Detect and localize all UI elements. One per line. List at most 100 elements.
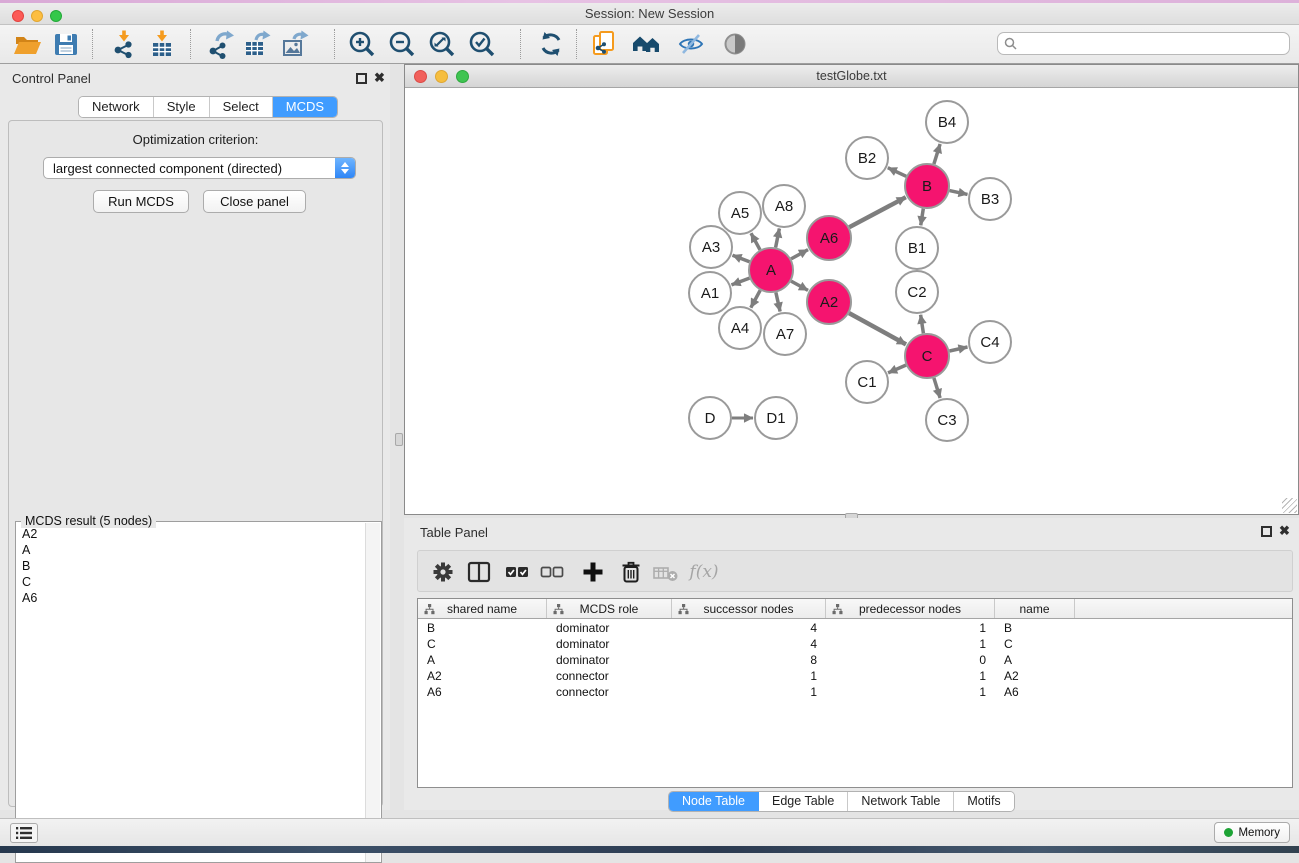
table-settings-gear-icon[interactable] (428, 557, 458, 587)
table-row[interactable]: A2connector11A2 (418, 668, 1292, 684)
table-row[interactable]: Cdominator41C (418, 636, 1292, 652)
graph-node-A2[interactable]: A2 (807, 280, 851, 324)
toolbar-separator (190, 29, 191, 59)
tab-motifs[interactable]: Motifs (954, 792, 1013, 811)
table-cell: 4 (672, 636, 826, 652)
result-item[interactable]: A (17, 542, 366, 558)
minimize-view-button[interactable] (435, 70, 448, 83)
home-network-icon[interactable] (631, 29, 661, 59)
tab-select[interactable]: Select (210, 97, 273, 117)
zoom-window-button[interactable] (50, 10, 62, 22)
import-network-icon[interactable] (109, 29, 139, 59)
zoom-selected-icon[interactable] (467, 29, 497, 59)
open-file-icon[interactable] (12, 29, 42, 59)
control-panel: Control Panel ✖ NetworkStyleSelectMCDS O… (0, 64, 390, 810)
result-item[interactable]: B (17, 558, 366, 574)
zoom-out-icon[interactable] (387, 29, 417, 59)
graph-node-A1[interactable]: A1 (689, 272, 731, 314)
network-window-titlebar[interactable]: testGlobe.txt (405, 65, 1298, 88)
select-all-icon[interactable] (502, 557, 532, 587)
run-mcds-button[interactable]: Run MCDS (93, 190, 189, 213)
graph-node-B3[interactable]: B3 (969, 178, 1011, 220)
graph-node-B1[interactable]: B1 (896, 227, 938, 269)
table-cell: B (418, 620, 547, 636)
zoom-view-button[interactable] (456, 70, 469, 83)
graph-node-A3[interactable]: A3 (690, 226, 732, 268)
graph-node-C[interactable]: C (905, 334, 949, 378)
graph-node-A7[interactable]: A7 (764, 313, 806, 355)
graph-node-C3[interactable]: C3 (926, 399, 968, 441)
deselect-all-icon[interactable] (537, 557, 567, 587)
add-column-icon[interactable] (578, 557, 608, 587)
search-input[interactable] (1021, 37, 1289, 51)
column-header-successor-nodes[interactable]: successor nodes (672, 599, 826, 618)
float-panel-icon[interactable] (356, 73, 367, 84)
graph-node-A5[interactable]: A5 (719, 192, 761, 234)
graph-node-B2[interactable]: B2 (846, 137, 888, 179)
graph-node-C4[interactable]: C4 (969, 321, 1011, 363)
close-panel-icon[interactable]: ✖ (1279, 523, 1290, 539)
refresh-icon[interactable] (536, 29, 566, 59)
column-header-shared-name[interactable]: shared name (418, 599, 547, 618)
clone-network-icon[interactable] (589, 29, 619, 59)
result-scrollbar[interactable] (365, 523, 380, 862)
tab-network[interactable]: Network (79, 97, 154, 117)
graph-node-A4[interactable]: A4 (719, 307, 761, 349)
graph-node-B4[interactable]: B4 (926, 101, 968, 143)
resize-grip[interactable] (1282, 498, 1297, 513)
column-header-name[interactable]: name (995, 599, 1075, 618)
search-icon (1004, 37, 1017, 50)
zoom-fit-icon[interactable] (427, 29, 457, 59)
search-field[interactable] (997, 32, 1290, 55)
close-view-button[interactable] (414, 70, 427, 83)
tab-mcds[interactable]: MCDS (273, 97, 337, 117)
result-item[interactable]: A6 (17, 590, 366, 606)
network-canvas[interactable]: B4 B2 B B3 A5A8A6 A3 B1 A A1 C2 A2 A4A7 C4 C C1 D D1 C3 (405, 88, 1298, 514)
close-panel-button[interactable]: Close panel (203, 190, 306, 213)
import-table-icon[interactable] (147, 29, 177, 59)
criterion-select[interactable]: largest connected component (directed) (43, 157, 356, 179)
save-session-icon[interactable] (51, 29, 81, 59)
panel-divider-handle[interactable] (395, 433, 403, 446)
result-item[interactable]: A2 (17, 526, 366, 542)
graph-node-C1[interactable]: C1 (846, 361, 888, 403)
export-network-icon[interactable] (205, 29, 235, 59)
result-item[interactable]: C (17, 574, 366, 590)
show-column-panel-icon[interactable] (464, 557, 494, 587)
export-table-icon[interactable] (242, 29, 272, 59)
graph-node-B[interactable]: B (905, 164, 949, 208)
table-row[interactable]: Adominator80A (418, 652, 1292, 668)
table-row[interactable]: A6connector11A6 (418, 684, 1292, 700)
hide-details-icon[interactable] (676, 29, 706, 59)
zoom-in-icon[interactable] (347, 29, 377, 59)
delete-column-trash-icon[interactable] (616, 557, 646, 587)
tab-network-table[interactable]: Network Table (848, 792, 954, 811)
tab-edge-table[interactable]: Edge Table (759, 792, 848, 811)
column-header-MCDS-role[interactable]: MCDS role (547, 599, 672, 618)
graph-node-A[interactable]: A (749, 248, 793, 292)
graph-node-D1[interactable]: D1 (755, 397, 797, 439)
minimize-window-button[interactable] (31, 10, 43, 22)
tab-node-table[interactable]: Node Table (669, 792, 759, 811)
memory-button[interactable]: Memory (1214, 822, 1290, 843)
birdseye-icon[interactable] (720, 29, 750, 59)
mcds-result-list[interactable]: A2ABCA6 (17, 526, 366, 862)
table-row[interactable]: Bdominator41B (418, 620, 1292, 636)
graph-node-C2[interactable]: C2 (896, 271, 938, 313)
close-panel-icon[interactable]: ✖ (374, 70, 385, 86)
float-panel-icon[interactable] (1261, 526, 1272, 537)
export-image-icon[interactable] (280, 29, 310, 59)
function-builder-icon[interactable]: f(x) (686, 557, 722, 587)
main-toolbar (0, 25, 1299, 64)
graph-node-A6[interactable]: A6 (807, 216, 851, 260)
hierarchy-icon (553, 604, 564, 618)
task-history-button[interactable] (10, 823, 38, 843)
column-header-predecessor-nodes[interactable]: predecessor nodes (826, 599, 995, 618)
tab-style[interactable]: Style (154, 97, 210, 117)
svg-text:C4: C4 (980, 334, 999, 351)
graph-edge-C-C1 (888, 365, 906, 373)
delete-table-icon[interactable] (651, 557, 681, 587)
graph-node-A8[interactable]: A8 (763, 185, 805, 227)
close-window-button[interactable] (12, 10, 24, 22)
graph-node-D[interactable]: D (689, 397, 731, 439)
